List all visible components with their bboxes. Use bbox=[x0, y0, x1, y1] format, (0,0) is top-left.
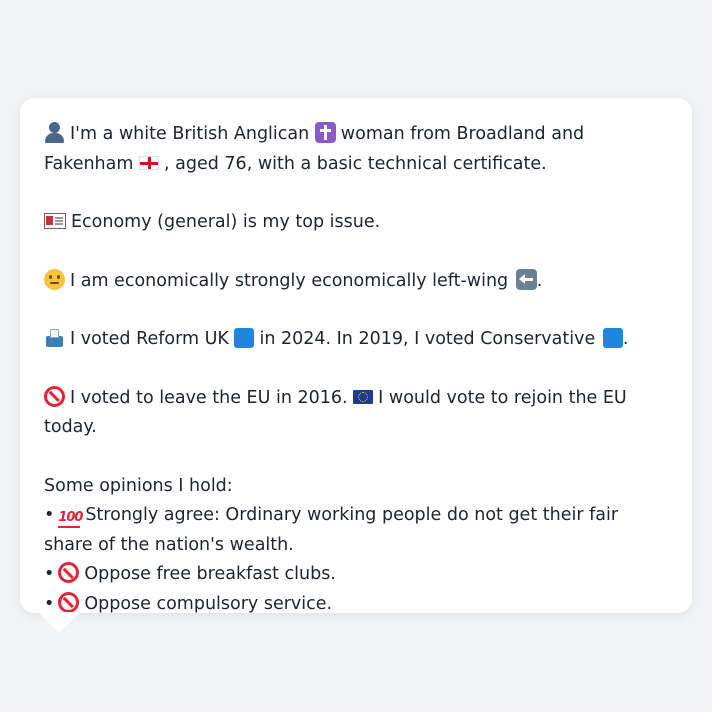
identity-text-3: , bbox=[164, 153, 170, 174]
bullet: • bbox=[44, 505, 55, 525]
thinking-face-icon bbox=[44, 268, 65, 290]
bust-in-silhouette-icon bbox=[44, 122, 65, 143]
economic-position-line: I am economically strongly economically … bbox=[44, 267, 668, 297]
newspaper-icon bbox=[44, 213, 66, 229]
blue-square-icon bbox=[234, 328, 255, 348]
top-issue-line: Economy (general) is my top issue. bbox=[44, 208, 668, 238]
identity-line: I'm a white British Anglican woman from … bbox=[44, 120, 668, 179]
hundred-points-icon: 100 bbox=[58, 509, 83, 528]
vote-history-text-2: in 2024. In 2019, I voted Conservative bbox=[259, 329, 596, 349]
vote-history-text-1: I voted Reform UK bbox=[70, 329, 229, 349]
opinion-text: Oppose free breakfast clubs. bbox=[84, 564, 336, 584]
eu-vote-line: I voted to leave the EU in 2016. I would… bbox=[44, 384, 668, 443]
flag-eu-icon bbox=[353, 389, 374, 404]
eu-vote-text-1: I voted to leave the EU in 2016. bbox=[70, 387, 348, 408]
opinion-text: Strongly agree: Ordinary working people … bbox=[44, 505, 619, 555]
identity-text-4: aged 76, with a basic technical certific… bbox=[175, 153, 547, 174]
bullet: • bbox=[44, 593, 55, 614]
opinion-item: • Oppose free breakfast clubs. bbox=[44, 560, 668, 590]
top-issue-text: Economy (general) is my top issue. bbox=[71, 212, 381, 232]
prohibited-icon bbox=[58, 591, 80, 613]
opinion-text: Oppose compulsory service. bbox=[84, 593, 333, 614]
persona-card: I'm a white British Anglican woman from … bbox=[20, 98, 692, 614]
left-arrow-icon bbox=[515, 268, 537, 290]
opinion-item: • Oppose compulsory service. bbox=[44, 590, 668, 620]
economic-position-text: I am economically strongly economically … bbox=[70, 270, 509, 291]
bullet: • bbox=[44, 564, 55, 584]
blue-square-icon bbox=[602, 328, 623, 348]
vote-history-line: I voted Reform UK in 2024. In 2019, I vo… bbox=[44, 325, 668, 355]
latin-cross-icon bbox=[314, 122, 336, 143]
identity-text-1: I'm a white British Anglican bbox=[70, 124, 310, 144]
ballot-box-icon bbox=[44, 327, 65, 348]
flag-england-icon bbox=[139, 155, 159, 170]
prohibited-icon bbox=[44, 385, 65, 407]
opinion-item: • 100 Strongly agree: Ordinary working peo… bbox=[44, 501, 668, 560]
prohibited-icon bbox=[58, 562, 80, 583]
opinions-heading: Some opinions I hold: bbox=[44, 475, 233, 496]
vote-history-suffix: . bbox=[622, 329, 629, 349]
speech-bubble-tail bbox=[38, 612, 80, 633]
economic-position-suffix: . bbox=[536, 270, 543, 291]
